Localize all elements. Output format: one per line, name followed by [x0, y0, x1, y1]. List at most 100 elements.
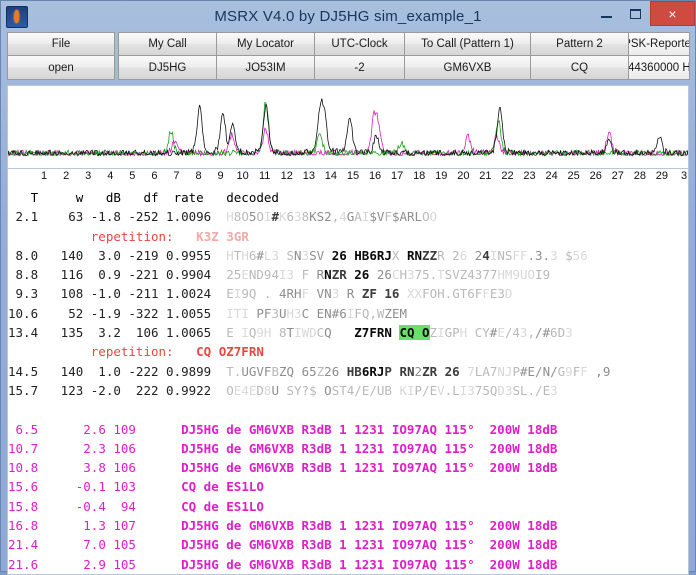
tab-psk-reporter[interactable]: PSK-Reporter	[628, 32, 690, 56]
decoded-text: T.UGVFBZQ 65Z26 HB6RJP RN2ZR 26 7LA7NJP#…	[226, 364, 610, 379]
axis-tick: 7	[173, 170, 180, 182]
decoded-char: S	[309, 247, 317, 263]
tab-file[interactable]: File	[7, 32, 115, 56]
my-call-field[interactable]: DJ5HG	[118, 56, 217, 80]
decoded-char: 26	[444, 363, 460, 379]
decoded-char: H	[241, 247, 249, 263]
decoded-char: L	[452, 382, 460, 398]
console-decode-row: 9.3 108 -1.0 -211 1.0024 EI9Q . 4RHF VN3…	[8, 284, 688, 303]
decoded-char: R	[437, 247, 445, 263]
decoded-text: 25END94I3 F RNZR 26 26CH375.TSVZ4377HM9U…	[226, 267, 550, 282]
console-decode-row: 10.6 52 -1.9 -322 1.0055 ITI PF3UH3C EN#…	[8, 304, 688, 323]
decoded-char: F	[422, 286, 430, 302]
msg-text: DJ5HG de GM6VXB R3dB 1 1231 IO97AQ 115° …	[181, 556, 558, 572]
decoded-char: Y	[482, 325, 490, 341]
axis-tick: 21	[479, 170, 492, 182]
msg-text: DJ5HG de GM6VXB R3dB 1 1231 IO97AQ 115° …	[181, 537, 558, 553]
close-button[interactable]: ×	[650, 1, 695, 26]
frequency-field[interactable]: 144360000 Hz	[628, 56, 690, 80]
axis-tick: 26	[589, 170, 602, 182]
decoded-char: I	[294, 325, 302, 341]
decoded-text: H8O5OI#K638KS2,4GAI$VF$ARLOO	[226, 209, 437, 224]
decoded-char: D	[504, 286, 513, 302]
window-controls: ×	[592, 1, 695, 32]
tab-my-locator[interactable]: My Locator	[216, 32, 315, 56]
decoded-char	[256, 286, 264, 301]
decoded-char	[339, 364, 347, 379]
decoded-char: ,	[595, 363, 603, 379]
spectrum-display[interactable]	[7, 85, 689, 169]
axis-tick: 8	[195, 170, 202, 182]
decoded-text: EI9Q . 4RHF VN3 R ZF 16 XXFOH.GT6FFE3D	[226, 286, 512, 301]
decoded-char: /	[550, 363, 558, 379]
tab-my-call[interactable]: My Call	[118, 32, 217, 56]
decoded-char: /	[422, 382, 430, 398]
axis-tick: 24	[545, 170, 558, 182]
decoded-char: H	[294, 286, 302, 302]
decoded-char: O	[256, 209, 264, 225]
decoded-char: N	[324, 286, 332, 302]
decoded-char: #	[542, 325, 551, 341]
decoded-char: Y	[294, 382, 302, 398]
decoded-char	[369, 267, 377, 282]
decoded-char: S	[286, 382, 295, 398]
tab-to-call[interactable]: To Call (Pattern 1)	[404, 32, 531, 56]
console-message-row: 10.8 3.8 106 DJ5HG de GM6VXB R3dB 1 1231…	[8, 458, 688, 477]
decoded-char: X	[407, 286, 415, 302]
tab-utc-clock[interactable]: UTC-Clock	[314, 32, 405, 56]
decoded-char: /	[535, 363, 543, 379]
to-call-field[interactable]: GM6VXB	[404, 56, 531, 80]
decoded-char: V	[452, 267, 460, 283]
file-open-button[interactable]: open	[7, 56, 115, 80]
decode-console[interactable]: T w dB df rate decoded 2.1 63 -1.8 -252 …	[7, 186, 689, 575]
decoded-char: E	[429, 382, 438, 398]
decoded-char: R	[407, 209, 415, 225]
decoded-char: EN	[316, 305, 332, 321]
decoded-char: /	[534, 325, 543, 341]
decoded-char: O	[429, 209, 438, 225]
decoded-char: H	[437, 286, 445, 302]
decoded-char: T	[226, 363, 234, 379]
axis-tick: 1	[41, 170, 48, 182]
decoded-char: 3	[294, 209, 302, 225]
minimize-button[interactable]	[592, 1, 621, 26]
decoded-char: ZF	[361, 286, 377, 302]
decoded-char: /	[369, 382, 377, 398]
decoded-char: 9	[602, 363, 611, 379]
decoded-char: 3	[271, 305, 279, 321]
decoded-char: I	[278, 267, 287, 283]
decoded-char: RN	[406, 247, 423, 263]
my-locator-field[interactable]: JO53IM	[216, 56, 315, 80]
axis-tick: 28	[633, 170, 646, 182]
decoded-char: 4	[482, 247, 490, 263]
pattern-2-field[interactable]: CQ	[530, 56, 629, 80]
decoded-char	[399, 248, 407, 263]
console-decode-row: 2.1 63 -1.8 -252 1.0096 H8O5OI#K638KS2,4…	[8, 207, 688, 226]
msg-db: 2.9 105	[38, 556, 182, 572]
msg-time: 10.8	[8, 460, 39, 476]
decoded-char	[339, 286, 347, 301]
decoded-char: 9	[565, 363, 573, 379]
decoded-char: H	[286, 305, 295, 321]
axis-tick: 18	[413, 170, 426, 182]
maximize-icon	[630, 8, 641, 19]
msg-time: 15.6	[8, 479, 39, 495]
decoded-char: E	[527, 363, 536, 379]
decoded-char: S	[512, 382, 520, 398]
decoded-char: 5	[422, 267, 430, 283]
utc-clock-field[interactable]: -2	[314, 56, 405, 80]
green-trace	[8, 102, 688, 158]
console-decode-row: 8.0 140 3.0 -219 0.9955 HTH6#L3 SN3SV 26…	[8, 246, 688, 265]
axis-tick: 27	[611, 170, 624, 182]
decoded-char: 6	[286, 209, 295, 225]
decoded-char: P	[414, 382, 423, 398]
decoded-char: HB	[346, 363, 362, 379]
tab-pattern-2[interactable]: Pattern 2	[530, 32, 629, 56]
msg-text: DJ5HG de GM6VXB R3dB 1 1231 IO97AQ 115° …	[181, 440, 558, 456]
decoded-char	[279, 383, 287, 398]
maximize-button[interactable]	[621, 1, 650, 26]
decoded-char: 6	[467, 286, 475, 302]
msg-time: 10.7	[8, 440, 39, 456]
decoded-char: L	[414, 209, 423, 225]
decoded-char: 9	[542, 267, 551, 283]
